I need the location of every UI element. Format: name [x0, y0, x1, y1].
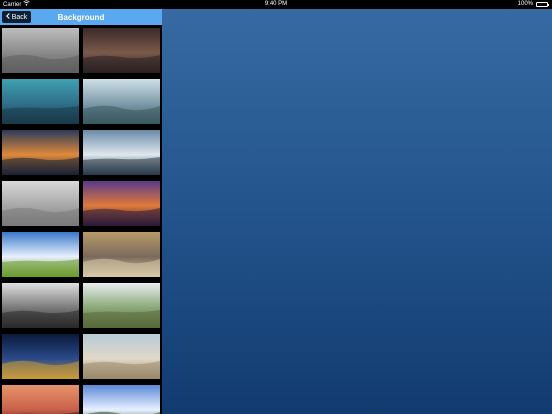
thumbnail-lake-treeline[interactable] — [83, 385, 160, 414]
screen: Carrier 9:40 PM 100% Back Background — [0, 0, 552, 414]
thumbnail-dusk-hills-road[interactable] — [83, 28, 160, 73]
page-title: Background — [57, 12, 105, 22]
thumbnail-ocean-sunset[interactable] — [2, 130, 79, 175]
thumbnail-green-coastal-cliffs[interactable] — [83, 283, 160, 328]
chevron-left-icon — [5, 13, 10, 21]
battery-percent: 100% — [517, 1, 533, 7]
battery-icon — [536, 2, 549, 7]
thumbnail-foggy-grey-horizon[interactable] — [2, 28, 79, 73]
thumbnail-aerial-city[interactable] — [83, 232, 160, 277]
thumbnail-mountains-teal-sky[interactable] — [2, 79, 79, 124]
thumbnail-green-meadow-clouds[interactable] — [2, 232, 79, 277]
thumbnail-snowy-rooftops[interactable] — [83, 130, 160, 175]
thumbnail-orange-sky-silhouette[interactable] — [2, 385, 79, 414]
status-bar: Carrier 9:40 PM 100% — [0, 0, 552, 9]
thumbnail-night-harbor[interactable] — [2, 334, 79, 379]
thumbnail-coastal-peninsula[interactable] — [83, 79, 160, 124]
back-button[interactable]: Back — [2, 11, 31, 23]
background-preview — [162, 9, 552, 414]
nav-bar: Back Background — [0, 9, 162, 25]
thumbnail-misty-lake-island[interactable] — [2, 181, 79, 226]
thumbnail-bw-rocky-shore[interactable] — [2, 283, 79, 328]
status-time: 9:40 PM — [264, 1, 288, 7]
status-right: 100% — [517, 0, 549, 9]
thumbnail-sand-dunes-grass[interactable] — [83, 334, 160, 379]
background-picker-panel: Back Background — [0, 9, 162, 414]
back-label: Back — [11, 13, 28, 21]
thumbnail-purple-beach-sunset[interactable] — [83, 181, 160, 226]
